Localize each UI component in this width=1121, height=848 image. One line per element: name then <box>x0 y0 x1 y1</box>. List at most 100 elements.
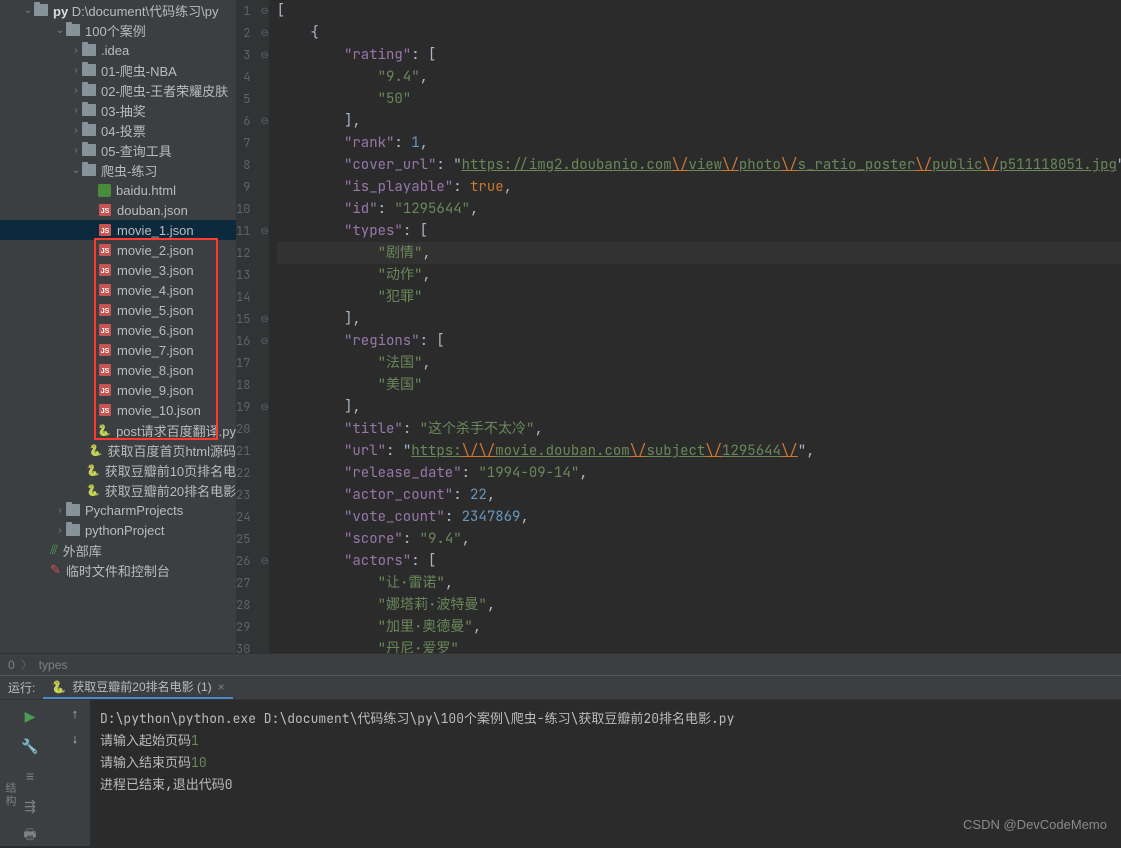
tree-root[interactable]: ⌄py D:\document\代码练习\py <box>0 0 236 20</box>
tree-item[interactable]: JSmovie_5.json <box>0 300 236 320</box>
down-arrow-icon[interactable]: ↓ <box>72 731 79 746</box>
tree-item[interactable]: ⌄100个案例 <box>0 20 236 40</box>
chevron-right-icon[interactable]: › <box>70 125 82 136</box>
fold-marker[interactable] <box>260 132 268 154</box>
run-toolbar-col2[interactable]: ↑ ↓ <box>60 700 90 846</box>
breadcrumb-bar[interactable]: 0 〉 types <box>0 653 1121 675</box>
code-line[interactable]: "release_date": "1994-09-14", <box>277 462 1121 484</box>
code-line[interactable]: "cover_url": "https://img2.doubanio.com\… <box>277 154 1121 176</box>
code-line[interactable]: "9.4", <box>277 66 1121 88</box>
tree-item[interactable]: ⌄爬虫-练习 <box>0 160 236 180</box>
project-tree[interactable]: ⌄py D:\document\代码练习\py⌄100个案例›.idea›01-… <box>0 0 236 653</box>
fold-marker[interactable] <box>260 198 268 220</box>
fold-marker[interactable] <box>260 88 268 110</box>
tree-item[interactable]: 🐍post请求百度翻译.py <box>0 420 236 440</box>
chevron-down-icon[interactable]: ⌄ <box>70 165 82 176</box>
code-line[interactable]: "犯罪" <box>277 286 1121 308</box>
tree-item[interactable]: ›01-爬虫-NBA <box>0 60 236 80</box>
breadcrumb-item[interactable]: 0 <box>8 658 15 672</box>
chevron-right-icon[interactable]: › <box>54 525 66 536</box>
fold-marker[interactable] <box>260 484 268 506</box>
code-line[interactable]: "娜塔莉·波特曼", <box>277 594 1121 616</box>
code-line[interactable]: "score": "9.4", <box>277 528 1121 550</box>
code-line[interactable]: "vote_count": 2347869, <box>277 506 1121 528</box>
fold-marker[interactable] <box>260 440 268 462</box>
wrench-icon[interactable]: 🔧 <box>20 736 40 756</box>
tree-item[interactable]: ›.idea <box>0 40 236 60</box>
up-arrow-icon[interactable]: ↑ <box>72 706 79 721</box>
fold-marker[interactable] <box>260 374 268 396</box>
fold-marker[interactable] <box>260 286 268 308</box>
tree-item[interactable]: JSmovie_1.json <box>0 220 236 240</box>
code-line[interactable]: "title": "这个杀手不太冷", <box>277 418 1121 440</box>
tree-item[interactable]: JSmovie_10.json <box>0 400 236 420</box>
code-line[interactable]: "url": "https:\/\/movie.douban.com\/subj… <box>277 440 1121 462</box>
tree-item[interactable]: JSdouban.json <box>0 200 236 220</box>
tree-item[interactable]: JSmovie_2.json <box>0 240 236 260</box>
fold-marker[interactable]: ⊖ <box>260 22 268 44</box>
code-line[interactable]: ], <box>277 110 1121 132</box>
tree-item[interactable]: ›02-爬虫-王者荣耀皮肤 <box>0 80 236 100</box>
tree-item[interactable]: ⫻外部库 <box>0 540 236 560</box>
rerun-button[interactable]: ▶ <box>20 706 40 726</box>
tree-item[interactable]: JSmovie_9.json <box>0 380 236 400</box>
tree-item[interactable]: ›05-查询工具 <box>0 140 236 160</box>
tree-item[interactable]: JSmovie_3.json <box>0 260 236 280</box>
code-line[interactable]: "id": "1295644", <box>277 198 1121 220</box>
tree-item[interactable]: ›pythonProject <box>0 520 236 540</box>
chevron-right-icon[interactable]: › <box>70 65 82 76</box>
fold-marker[interactable] <box>260 572 268 594</box>
code-line[interactable]: "法国", <box>277 352 1121 374</box>
tree-item[interactable]: 🐍获取豆瓣前10页排名电 <box>0 460 236 480</box>
tree-item[interactable]: ›03-抽奖 <box>0 100 236 120</box>
fold-marker[interactable]: ⊖ <box>260 396 268 418</box>
close-icon[interactable]: × <box>218 680 225 694</box>
layout-icon[interactable]: ≡ <box>20 766 40 786</box>
fold-marker[interactable]: ⊖ <box>260 330 268 352</box>
fold-marker[interactable]: ⊖ <box>260 0 268 22</box>
fold-gutter[interactable]: ⊖⊖⊖⊖⊖⊖⊖⊖⊖ <box>260 0 268 653</box>
tree-item[interactable]: ✎临时文件和控制台 <box>0 560 236 580</box>
tree-item[interactable]: JSmovie_7.json <box>0 340 236 360</box>
fold-marker[interactable]: ⊖ <box>260 550 268 572</box>
filter-icon[interactable]: ⇶ <box>20 796 40 816</box>
code-line[interactable]: "actors": [ <box>277 550 1121 572</box>
chevron-right-icon[interactable]: › <box>70 85 82 96</box>
code-line[interactable]: "actor_count": 22, <box>277 484 1121 506</box>
fold-marker[interactable] <box>260 506 268 528</box>
fold-marker[interactable] <box>260 418 268 440</box>
code-line[interactable]: "rank": 1, <box>277 132 1121 154</box>
tree-item[interactable]: ›04-投票 <box>0 120 236 140</box>
fold-marker[interactable] <box>260 638 268 653</box>
fold-marker[interactable] <box>260 176 268 198</box>
code-line[interactable]: "rating": [ <box>277 44 1121 66</box>
tree-item[interactable]: 🐍获取豆瓣前20排名电影 <box>0 480 236 500</box>
tree-item[interactable]: JSmovie_4.json <box>0 280 236 300</box>
structure-tab[interactable]: 结构 <box>2 782 18 808</box>
code-line[interactable]: "美国" <box>277 374 1121 396</box>
code-line[interactable]: "50" <box>277 88 1121 110</box>
code-line[interactable]: "动作", <box>277 264 1121 286</box>
fold-marker[interactable] <box>260 594 268 616</box>
fold-marker[interactable] <box>260 528 268 550</box>
tree-item[interactable]: JSmovie_6.json <box>0 320 236 340</box>
fold-marker[interactable] <box>260 462 268 484</box>
chevron-right-icon[interactable]: › <box>70 105 82 116</box>
tree-item[interactable]: 🐍获取百度首页html源码 <box>0 440 236 460</box>
fold-marker[interactable] <box>260 242 268 264</box>
code-line[interactable]: ], <box>277 308 1121 330</box>
fold-marker[interactable]: ⊖ <box>260 220 268 242</box>
code-line[interactable]: ], <box>277 396 1121 418</box>
code-line[interactable]: { <box>277 22 1121 44</box>
run-toolbar[interactable]: ▶ 🔧 ≡ ⇶ 🖶 <box>0 700 60 846</box>
code-area[interactable]: [ { "rating": [ "9.4", "50" ], "rank": 1… <box>269 0 1121 653</box>
code-line[interactable]: [ <box>277 0 1121 22</box>
fold-marker[interactable] <box>260 66 268 88</box>
editor[interactable]: 1234567891011121314151617181920212223242… <box>236 0 1121 653</box>
fold-marker[interactable] <box>260 154 268 176</box>
fold-marker[interactable]: ⊖ <box>260 110 268 132</box>
chevron-right-icon[interactable]: › <box>70 45 82 56</box>
fold-marker[interactable]: ⊖ <box>260 44 268 66</box>
chevron-down-icon[interactable]: ⌄ <box>54 25 66 36</box>
run-tab-bar[interactable]: 运行: 🐍 获取豆瓣前20排名电影 (1) × <box>0 676 1121 700</box>
